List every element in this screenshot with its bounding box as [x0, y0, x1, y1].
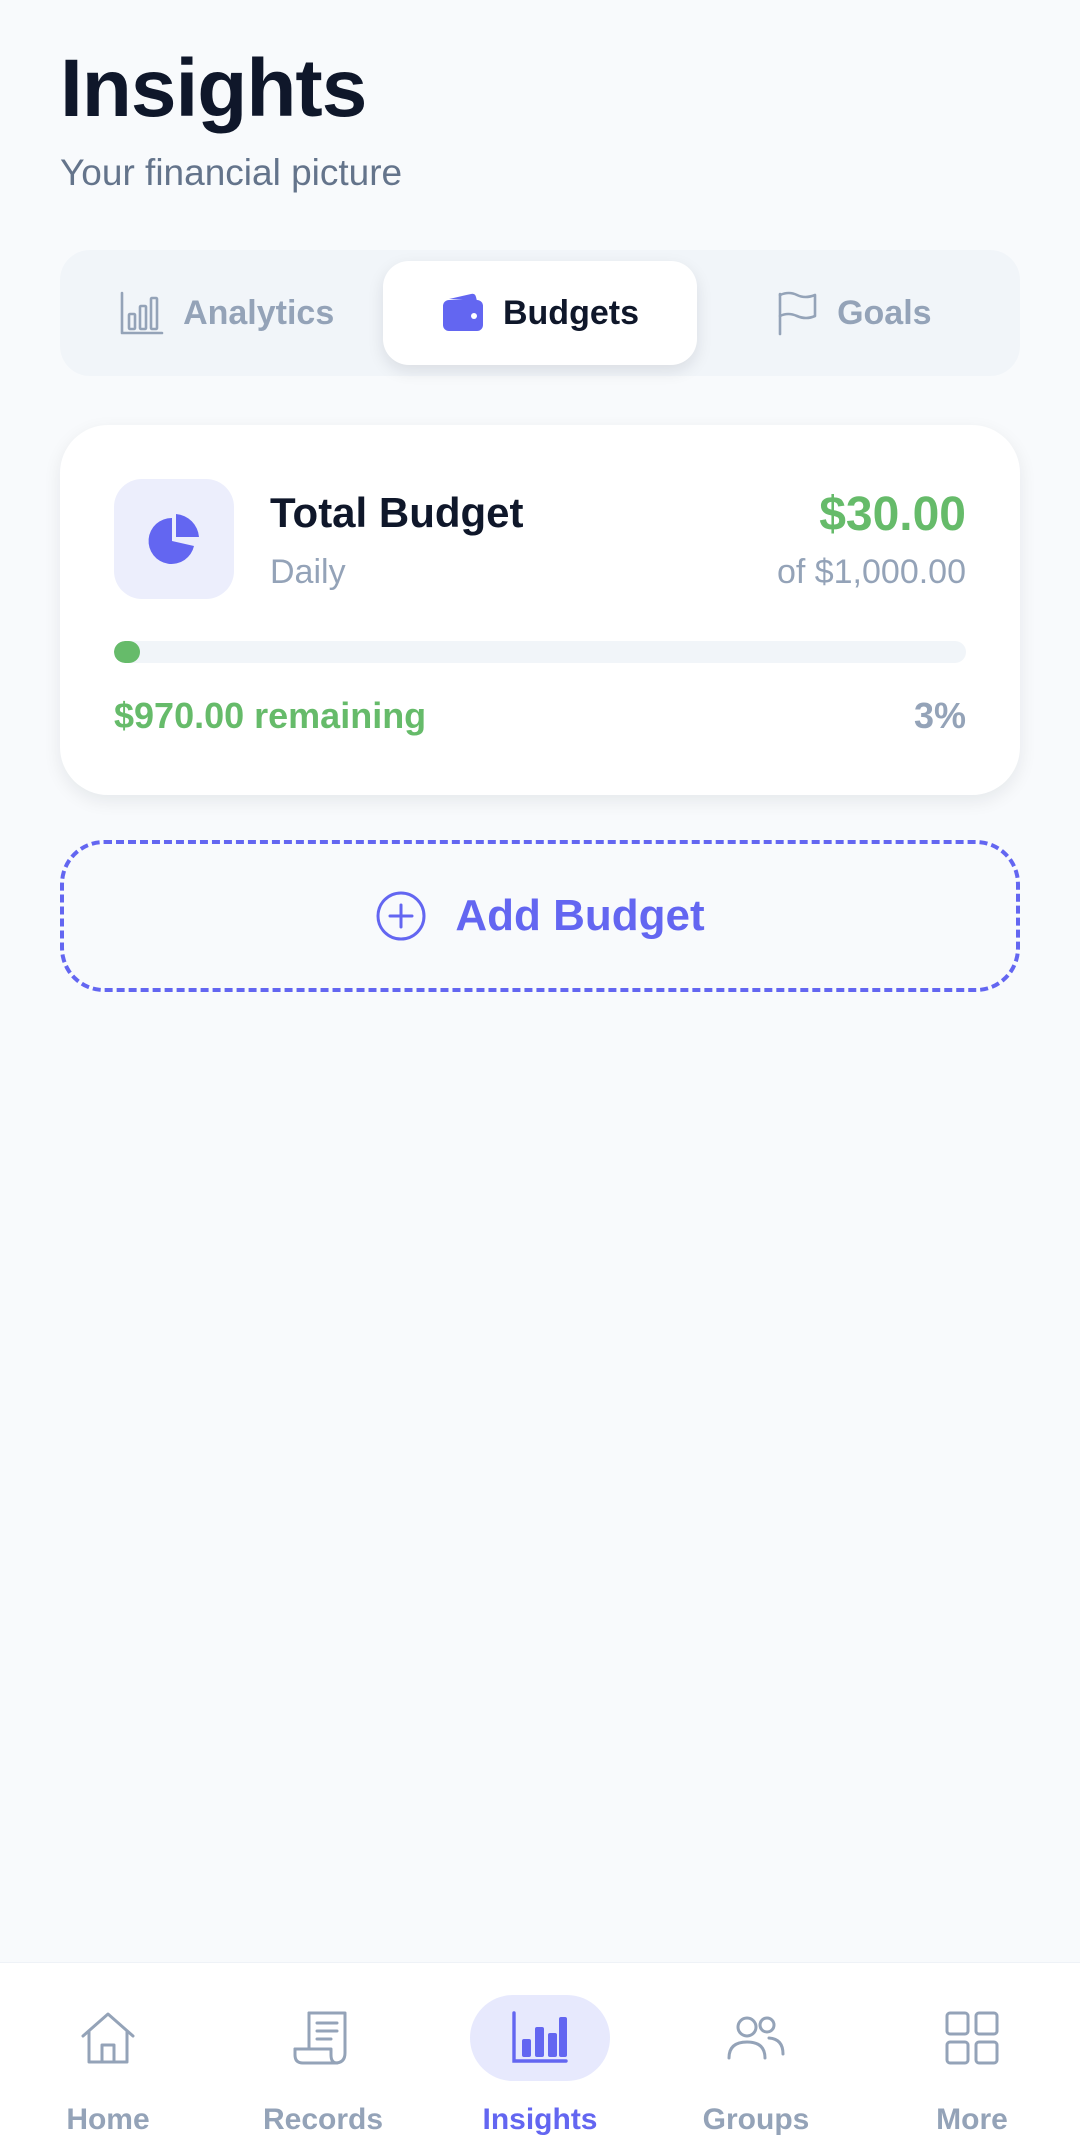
bottom-nav: Home Records Insights Groups More: [0, 1962, 1080, 2136]
bar-chart-icon: [120, 291, 164, 335]
budget-card[interactable]: Total Budget Daily $30.00 of $1,000.00 $…: [60, 425, 1020, 795]
tab-label: Analytics: [183, 293, 335, 332]
add-budget-button[interactable]: Add Budget: [60, 840, 1020, 992]
nav-more[interactable]: More: [872, 1995, 1072, 2136]
nav-icon-wrap: [38, 1995, 178, 2081]
budget-title: Total Budget: [270, 489, 524, 536]
grid-icon: [945, 2011, 999, 2065]
bar-chart-icon: [512, 2011, 568, 2063]
pie-chart-icon: [148, 514, 199, 564]
budget-icon-badge: [114, 479, 234, 599]
nav-icon-wrap: [902, 1995, 1042, 2081]
nav-label: Home: [66, 2103, 150, 2136]
nav-home[interactable]: Home: [8, 1995, 208, 2136]
budget-limit: of $1,000.00: [776, 553, 966, 591]
wallet-icon: [442, 293, 483, 331]
home-icon: [81, 2012, 135, 2064]
budget-period: Daily: [270, 553, 346, 591]
users-icon: [727, 2016, 785, 2060]
nav-groups[interactable]: Groups: [656, 1995, 856, 2136]
tab-budgets[interactable]: Budgets: [383, 261, 697, 365]
budget-spent-amount: $30.00: [819, 488, 966, 541]
receipt-icon: [293, 2011, 347, 2065]
nav-label: More: [936, 2103, 1008, 2136]
tab-goals[interactable]: Goals: [697, 261, 1010, 365]
nav-label: Records: [262, 2103, 384, 2136]
nav-icon-wrap: [686, 1995, 826, 2081]
insights-tabs: Analytics Budgets Goals: [60, 250, 1020, 376]
flag-icon: [778, 291, 817, 336]
page-subtitle: Your financial picture: [60, 152, 403, 193]
page-title: Insights: [60, 43, 367, 134]
tab-analytics[interactable]: Analytics: [70, 261, 383, 365]
insights-screen: Insights Your financial picture Analytic…: [0, 0, 1080, 2136]
budget-progress-bar: [114, 641, 966, 663]
add-budget-label: Add Budget: [455, 891, 705, 940]
budget-progress-fill: [114, 641, 140, 663]
plus-circle-icon: [376, 891, 426, 941]
nav-label: Groups: [702, 2103, 810, 2136]
nav-icon-wrap: [253, 1995, 393, 2081]
tab-label: Goals: [837, 293, 932, 332]
nav-records[interactable]: Records: [223, 1995, 423, 2136]
nav-label: Insights: [482, 2103, 598, 2136]
nav-icon-wrap: [470, 1995, 610, 2081]
tab-label: Budgets: [502, 293, 639, 332]
nav-insights[interactable]: Insights: [440, 1995, 640, 2136]
budget-remaining: $970.00 remaining: [114, 695, 427, 736]
budget-percent: 3%: [913, 695, 966, 736]
